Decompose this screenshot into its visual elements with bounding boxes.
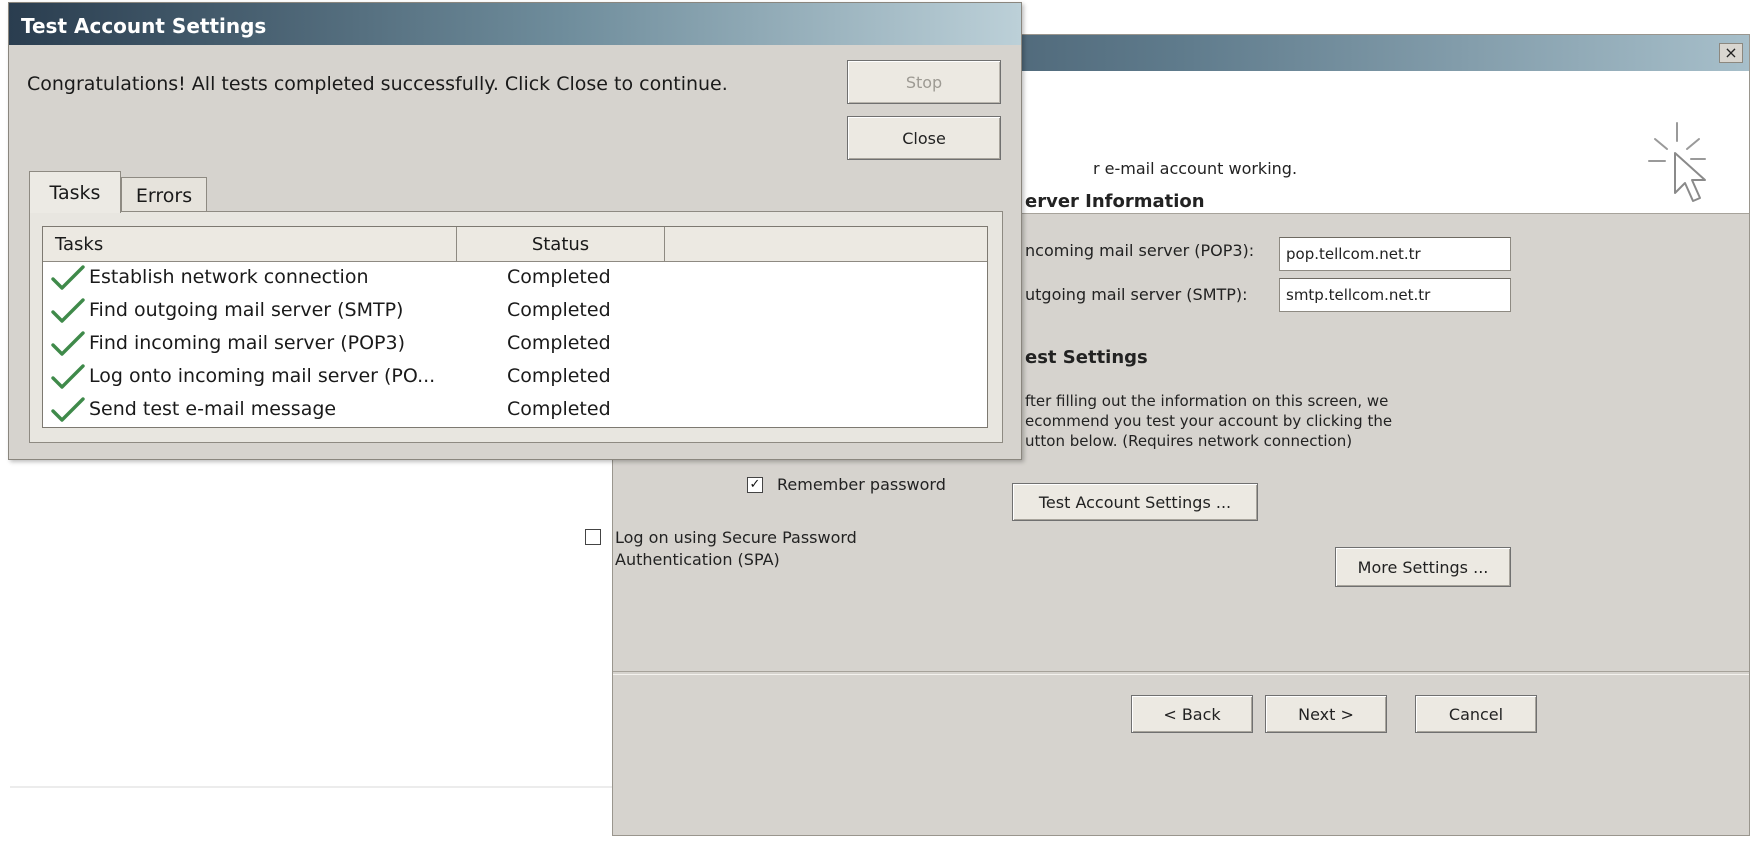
outgoing-server-label: utgoing mail server (SMTP): — [1025, 285, 1248, 304]
checkmark-icon — [51, 298, 85, 323]
server-information-heading: erver Information — [1025, 191, 1205, 212]
dialog-title: Test Account Settings — [21, 14, 267, 38]
task-name: Establish network connection — [89, 266, 369, 288]
test-settings-heading: est Settings — [1025, 347, 1148, 368]
success-message: Congratulations! All tests completed suc… — [27, 73, 728, 95]
task-row[interactable]: Establish network connection Completed — [43, 261, 987, 294]
task-name: Find outgoing mail server (SMTP) — [89, 299, 404, 321]
tab-tasks[interactable]: Tasks — [29, 171, 121, 213]
task-name: Send test e-mail message — [89, 398, 337, 420]
cancel-button[interactable]: Cancel — [1415, 695, 1537, 733]
spa-label: Log on using Secure Password Authenticat… — [615, 528, 857, 569]
task-status: Completed — [507, 365, 611, 387]
task-status: Completed — [507, 299, 611, 321]
tab-errors[interactable]: Errors — [121, 177, 207, 213]
column-header-extra[interactable] — [665, 227, 987, 261]
checkmark-icon — [51, 265, 85, 290]
stop-button[interactable]: Stop — [847, 60, 1001, 104]
test-settings-description: fter filling out the information on this… — [1025, 392, 1393, 450]
footer-separator — [613, 671, 1749, 675]
test-account-settings-button[interactable]: Test Account Settings ... — [1012, 483, 1258, 521]
next-button[interactable]: Next > — [1265, 695, 1387, 733]
close-icon: × — [1724, 43, 1738, 62]
cursor-sparkle-icon — [1648, 122, 1706, 202]
remember-password-checkbox[interactable]: ✓ — [747, 477, 763, 493]
spa-checkbox[interactable] — [585, 529, 601, 545]
incoming-server-label: ncoming mail server (POP3): — [1025, 241, 1255, 260]
spa-option[interactable]: Log on using Secure Password Authenticat… — [585, 527, 857, 571]
column-header-status[interactable]: Status — [457, 227, 665, 261]
checkmark-icon — [51, 364, 85, 389]
test-account-settings-dialog: Test Account Settings Congratulations! A… — [8, 2, 1022, 460]
dialog-titlebar: Test Account Settings — [9, 3, 1021, 45]
task-status: Completed — [507, 398, 611, 420]
task-list-header: Tasks Status — [43, 227, 987, 262]
checkmark-icon — [51, 331, 85, 356]
banner-text: r e-mail account working. — [1093, 159, 1298, 178]
close-button[interactable]: Close — [847, 116, 1001, 160]
column-header-tasks[interactable]: Tasks — [43, 227, 457, 261]
task-name: Find incoming mail server (POP3) — [89, 332, 406, 354]
task-row[interactable]: Find outgoing mail server (SMTP) Complet… — [43, 294, 987, 327]
window-close-button[interactable]: × — [1719, 43, 1743, 63]
background-divider — [10, 786, 620, 788]
incoming-server-input[interactable] — [1279, 237, 1511, 271]
back-button[interactable]: < Back — [1131, 695, 1253, 733]
more-settings-button[interactable]: More Settings ... — [1335, 547, 1511, 587]
remember-password-label: Remember password — [777, 475, 946, 494]
remember-password-option[interactable]: ✓ Remember password — [747, 475, 946, 494]
task-row[interactable]: Find incoming mail server (POP3) Complet… — [43, 327, 987, 360]
checkmark-icon — [51, 397, 85, 422]
task-status: Completed — [507, 332, 611, 354]
tasks-tab-panel: Tasks Status Establish network connectio… — [29, 211, 1003, 443]
outgoing-server-input[interactable] — [1279, 278, 1511, 312]
task-list: Tasks Status Establish network connectio… — [42, 226, 988, 428]
task-row[interactable]: Send test e-mail message Completed — [43, 393, 987, 426]
task-name: Log onto incoming mail server (PO... — [89, 365, 436, 387]
task-row[interactable]: Log onto incoming mail server (PO... Com… — [43, 360, 987, 393]
task-status: Completed — [507, 266, 611, 288]
